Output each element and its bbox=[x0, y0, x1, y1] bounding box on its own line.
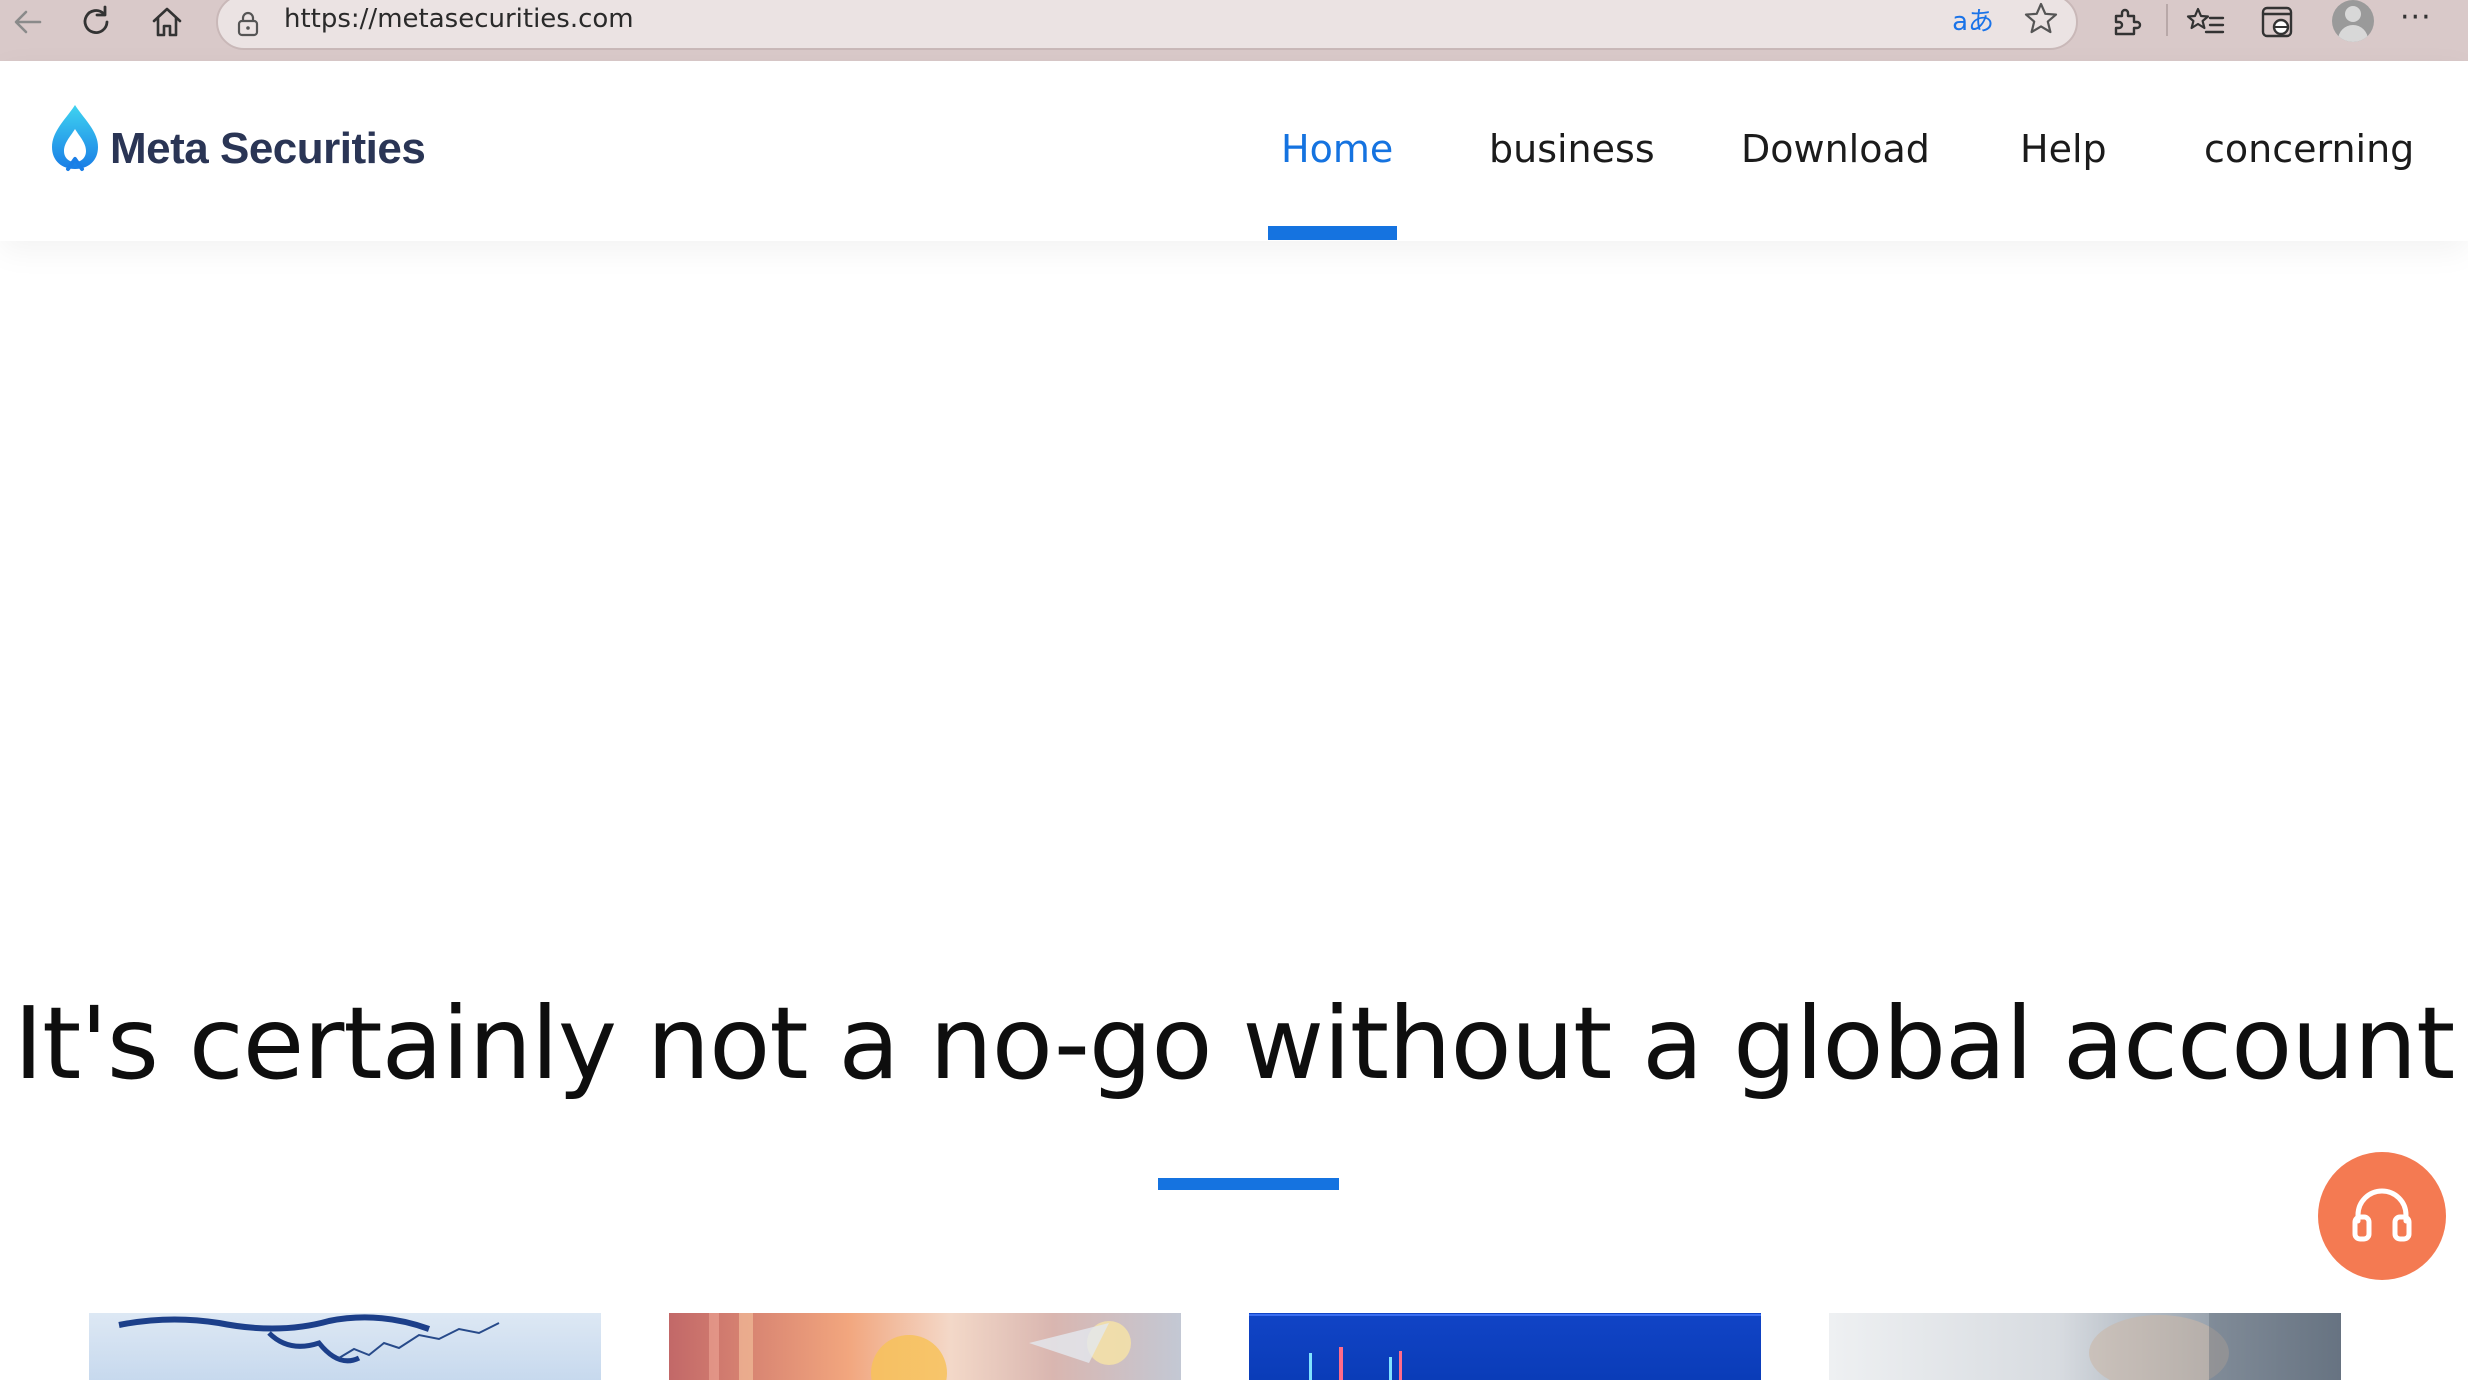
flame-logo-icon bbox=[46, 101, 104, 177]
headset-icon bbox=[2349, 1183, 2415, 1249]
nav-help[interactable]: Help bbox=[2020, 127, 2107, 171]
site-header: Meta Securities Home business Download H… bbox=[0, 61, 2468, 241]
logo-text: Meta Securities bbox=[110, 124, 426, 173]
hero-divider bbox=[1158, 1178, 1339, 1190]
nav-concerning[interactable]: concerning bbox=[2204, 127, 2414, 171]
address-bar[interactable]: https://metasecurities.com aあ bbox=[216, 0, 2078, 50]
back-icon[interactable] bbox=[0, 0, 56, 44]
reload-icon[interactable] bbox=[68, 0, 124, 44]
url-text[interactable]: https://metasecurities.com bbox=[284, 4, 634, 34]
browser-essentials-icon[interactable] bbox=[2250, 0, 2306, 44]
feature-card-image[interactable] bbox=[669, 1313, 1181, 1380]
nav-home[interactable]: Home bbox=[1281, 127, 1393, 171]
feature-card-image[interactable] bbox=[89, 1313, 601, 1380]
favorite-star-icon[interactable] bbox=[2022, 0, 2060, 42]
home-icon[interactable] bbox=[139, 0, 195, 44]
toolbar-separator bbox=[2166, 4, 2168, 36]
nav-active-indicator bbox=[1268, 226, 1397, 240]
hero-title: It's certainly not a no-go without a glo… bbox=[13, 985, 2456, 1102]
profile-avatar-icon[interactable] bbox=[2332, 0, 2374, 42]
feature-card-image[interactable] bbox=[1829, 1313, 2341, 1380]
extensions-icon[interactable] bbox=[2098, 0, 2154, 44]
nav-business[interactable]: business bbox=[1489, 127, 1655, 171]
feature-card-image[interactable] bbox=[1249, 1313, 1761, 1380]
favorites-icon[interactable] bbox=[2178, 0, 2234, 44]
lock-icon[interactable] bbox=[234, 10, 262, 42]
customer-service-button[interactable] bbox=[2318, 1152, 2446, 1280]
translate-icon[interactable]: aあ bbox=[1952, 1, 1994, 38]
site-logo[interactable]: Meta Securities bbox=[46, 101, 426, 177]
browser-toolbar: https://metasecurities.com aあ ··· bbox=[0, 0, 2468, 61]
nav-download[interactable]: Download bbox=[1741, 127, 1930, 171]
more-options-icon[interactable]: ··· bbox=[2400, 0, 2432, 35]
